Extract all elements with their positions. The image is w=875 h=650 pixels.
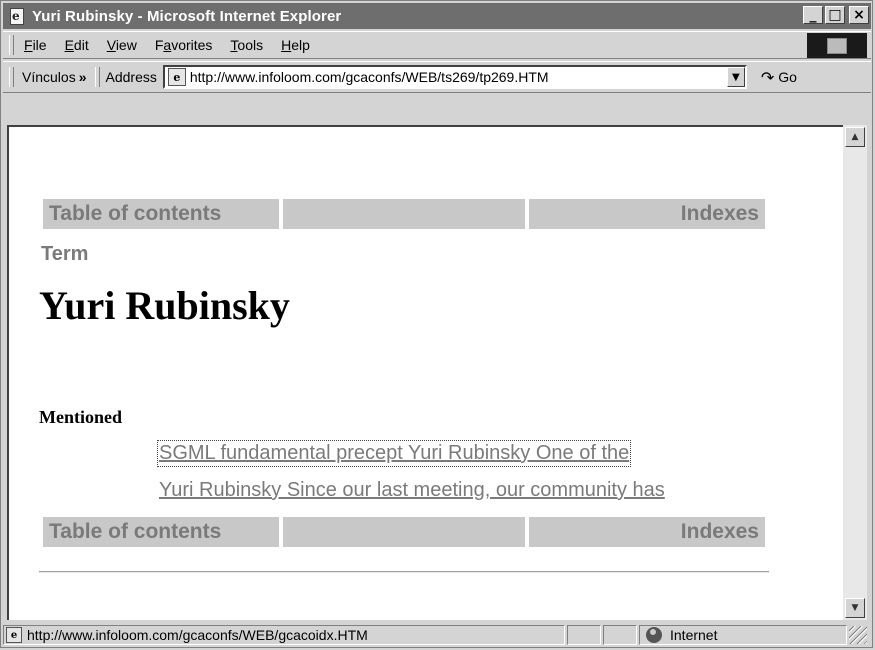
- go-label: Go: [778, 69, 797, 85]
- close-button[interactable]: ×: [849, 6, 869, 24]
- browser-window: e Yuri Rubinsky - Microsoft Internet Exp…: [0, 0, 873, 648]
- scroll-up-button[interactable]: ▲: [845, 127, 865, 147]
- vertical-scrollbar[interactable]: ▲ ▼: [843, 125, 867, 620]
- menu-favorites[interactable]: Favorites: [155, 37, 213, 53]
- maximize-icon: □: [828, 7, 842, 23]
- page-content[interactable]: Table of contents Indexes Term Yuri Rubi…: [7, 125, 843, 620]
- top-nav-bar: Table of contents Indexes: [43, 199, 765, 229]
- window-title: Yuri Rubinsky - Microsoft Internet Explo…: [32, 7, 342, 25]
- status-zone-label: Internet: [670, 627, 718, 643]
- menu-tools[interactable]: Tools: [230, 37, 263, 53]
- toolbar-grip[interactable]: [9, 35, 14, 55]
- reference-link[interactable]: Yuri Rubinsky Since our last meeting, ou…: [159, 479, 665, 502]
- indexes-link[interactable]: Indexes: [529, 517, 765, 547]
- minimize-icon: _: [809, 7, 817, 23]
- links-button[interactable]: Vínculos»: [22, 69, 87, 85]
- minimize-button[interactable]: _: [803, 6, 823, 24]
- horizontal-rule: [39, 571, 769, 573]
- status-text-pane: e http://www.infoloom.com/gcaconfs/WEB/g…: [3, 625, 565, 645]
- address-dropdown-button[interactable]: ▼: [726, 67, 745, 87]
- status-url: http://www.infoloom.com/gcaconfs/WEB/gca…: [27, 627, 368, 643]
- menu-file[interactable]: File: [24, 37, 47, 53]
- maximize-button[interactable]: □: [825, 6, 845, 24]
- page-icon: e: [6, 627, 22, 643]
- chevron-down-icon: ▼: [732, 71, 740, 83]
- nav-spacer: [283, 199, 525, 229]
- go-arrow-icon: ↷: [760, 67, 775, 87]
- menu-bar: File Edit View Favorites Tools Help: [3, 31, 871, 59]
- reference-link[interactable]: SGML fundamental precept Yuri Rubinsky O…: [156, 440, 632, 467]
- close-icon: ×: [853, 7, 865, 23]
- page-title: Yuri Rubinsky: [39, 283, 290, 328]
- menu-edit[interactable]: Edit: [65, 37, 89, 53]
- status-progress-pane: [567, 625, 601, 645]
- toc-link[interactable]: Table of contents: [43, 199, 279, 229]
- window-controls: _ □ ×: [803, 6, 869, 24]
- ie-logo-icon: e: [8, 7, 26, 25]
- status-bar: e http://www.infoloom.com/gcaconfs/WEB/g…: [3, 623, 871, 647]
- status-zone-pane[interactable]: Internet: [639, 625, 847, 645]
- windows-logo-icon: [827, 37, 847, 54]
- address-label: Address: [105, 69, 157, 85]
- nav-spacer: [283, 517, 525, 547]
- menu-view[interactable]: View: [107, 37, 137, 53]
- globe-icon: [646, 627, 662, 643]
- menu-help[interactable]: Help: [281, 37, 310, 53]
- scroll-down-button[interactable]: ▼: [845, 598, 865, 618]
- indexes-link[interactable]: Indexes: [529, 199, 765, 229]
- toolbar-grip[interactable]: [9, 67, 14, 87]
- toolbar-grip[interactable]: [94, 67, 100, 87]
- address-bar: Vínculos» Address e http://www.infoloom.…: [3, 61, 871, 93]
- resize-grip[interactable]: [849, 626, 867, 644]
- go-button[interactable]: ↷ Go: [761, 68, 797, 87]
- arrow-down-icon: ▼: [851, 603, 859, 613]
- address-input[interactable]: e http://www.infoloom.com/gcaconfs/WEB/t…: [162, 65, 747, 89]
- term-label: Term: [41, 243, 89, 265]
- arrow-up-icon: ▲: [851, 132, 859, 142]
- status-security-pane: [603, 625, 637, 645]
- bottom-nav-bar: Table of contents Indexes: [43, 517, 765, 547]
- page-icon: e: [167, 68, 186, 86]
- toc-link[interactable]: Table of contents: [43, 517, 279, 547]
- mentioned-heading: Mentioned: [39, 407, 122, 427]
- title-bar[interactable]: e Yuri Rubinsky - Microsoft Internet Exp…: [3, 3, 871, 29]
- address-url[interactable]: http://www.infoloom.com/gcaconfs/WEB/ts2…: [190, 69, 549, 85]
- chevron-icon: »: [78, 69, 87, 85]
- windows-logo-throbber: [807, 33, 867, 58]
